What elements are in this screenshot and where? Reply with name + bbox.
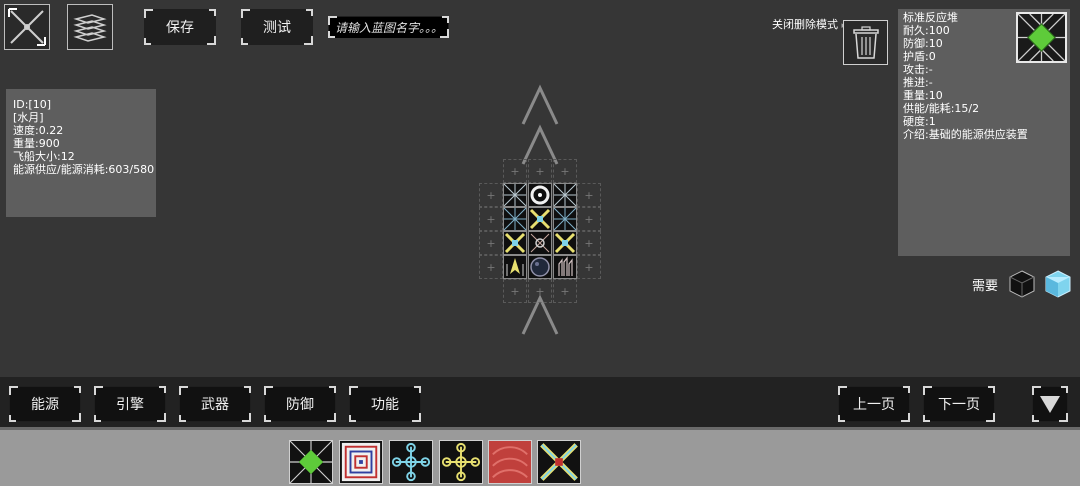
armor-cross-icon xyxy=(504,184,526,206)
ship-speed: 速度:0.22 xyxy=(13,124,64,137)
palette-part-cross-reactor[interactable] xyxy=(537,440,581,484)
grid-slot[interactable]: + xyxy=(479,207,503,231)
category-tab-label: 防御 xyxy=(286,397,314,413)
blueprint-name-input[interactable] xyxy=(329,18,448,38)
ship-info-panel: ID:[10] [水月] 速度:0.22 重量:900 飞船大小:12 能源供应… xyxy=(6,89,156,217)
ship-part-thruster[interactable] xyxy=(553,255,577,279)
palette-part-red-armor[interactable] xyxy=(488,440,532,484)
ship-part-core[interactable] xyxy=(528,231,552,255)
blue-cube-icon xyxy=(1045,270,1071,298)
grid-slot[interactable]: + xyxy=(577,231,601,255)
grid-slot[interactable]: + xyxy=(528,279,552,303)
grid-slot[interactable]: + xyxy=(503,159,527,183)
category-tab-function[interactable]: 功能 xyxy=(349,386,421,422)
core-node-icon xyxy=(530,233,550,253)
cyan-node-icon xyxy=(391,442,431,482)
cross-reactor-icon xyxy=(554,232,576,254)
delete-mode-toggle[interactable]: 关闭删除模式 ▸ xyxy=(772,16,846,32)
ship-part-armor[interactable] xyxy=(503,207,527,231)
part-description: 介绍:基础的能源供应装置 xyxy=(903,128,1028,141)
armor-cross-icon xyxy=(504,208,526,230)
grid-slot[interactable]: + xyxy=(528,159,552,183)
ship-part-armor[interactable] xyxy=(503,183,527,207)
grid-slot[interactable]: + xyxy=(577,183,601,207)
ship-size: 飞船大小:12 xyxy=(13,150,75,163)
black-cube-icon xyxy=(1009,270,1035,298)
close-editor-button[interactable] xyxy=(4,4,50,50)
reactor-icon xyxy=(290,441,332,483)
ship-part-armor[interactable] xyxy=(553,183,577,207)
blueprint-list-button[interactable] xyxy=(67,4,113,50)
ship-energy: 能源供应/能源消耗:603/580 xyxy=(13,163,155,176)
armor-cross-icon xyxy=(554,184,576,206)
ring-core-icon xyxy=(530,185,550,205)
next-page-label: 下一页 xyxy=(938,397,980,413)
engine-icon xyxy=(506,258,524,276)
blueprint-name-field[interactable] xyxy=(328,16,449,38)
ship-part-reactor[interactable] xyxy=(553,231,577,255)
palette-part-maze-core[interactable] xyxy=(339,440,383,484)
grid-slot[interactable]: + xyxy=(577,255,601,279)
category-tab-defense[interactable]: 防御 xyxy=(264,386,336,422)
delete-mode-label: 关闭删除模式 xyxy=(772,18,838,31)
requirement-label: 需要 xyxy=(972,279,999,294)
ship-weight: 重量:900 xyxy=(13,137,60,150)
test-button[interactable]: 测试 xyxy=(241,9,313,45)
grid-slot[interactable]: + xyxy=(553,279,577,303)
ship-part-reactor[interactable] xyxy=(528,207,552,231)
reactor-icon xyxy=(1017,13,1066,62)
collapse-tray-button[interactable] xyxy=(1032,386,1068,422)
ship-id: ID:[10] xyxy=(13,98,52,111)
palette-part-yellow-node[interactable] xyxy=(439,440,483,484)
ship-part-ring[interactable] xyxy=(528,183,552,207)
maze-core-icon xyxy=(341,442,381,482)
red-armor-icon xyxy=(489,441,531,483)
layers-icon xyxy=(73,14,107,42)
ship-part-reactor[interactable] xyxy=(503,231,527,255)
cross-reactor-icon xyxy=(504,232,526,254)
category-tab-engine[interactable]: 引擎 xyxy=(94,386,166,422)
grid-slot[interactable]: + xyxy=(577,207,601,231)
part-energy: 供能/能耗:15/2 xyxy=(903,102,980,115)
grid-slot[interactable]: + xyxy=(479,183,503,207)
prev-page-button[interactable]: 上一页 xyxy=(838,386,910,422)
grid-slot[interactable]: + xyxy=(479,255,503,279)
part-thrust: 推进:- xyxy=(903,76,933,89)
ship-name: [水月] xyxy=(13,111,44,124)
cross-reactor-icon xyxy=(540,443,578,481)
ship-part-armor[interactable] xyxy=(553,207,577,231)
cross-reactor-icon xyxy=(529,208,551,230)
category-tab-label: 功能 xyxy=(371,397,399,413)
palette-part-reactor[interactable] xyxy=(289,440,333,484)
grid-slot[interactable]: + xyxy=(479,231,503,255)
part-hardness: 硬度:1 xyxy=(903,115,936,128)
save-button-label: 保存 xyxy=(166,20,194,36)
save-button[interactable]: 保存 xyxy=(144,9,216,45)
palette-part-cyan-node[interactable] xyxy=(389,440,433,484)
grid-slot[interactable]: + xyxy=(553,159,577,183)
ship-part-engine[interactable] xyxy=(503,255,527,279)
category-tab-energy[interactable]: 能源 xyxy=(9,386,81,422)
category-tab-weapon[interactable]: 武器 xyxy=(179,386,251,422)
part-weight: 重量:10 xyxy=(903,89,943,102)
category-tab-label: 引擎 xyxy=(116,397,144,413)
category-tab-label: 能源 xyxy=(31,397,59,413)
armor-cross-icon xyxy=(554,208,576,230)
prev-page-label: 上一页 xyxy=(853,397,895,413)
selected-part-preview xyxy=(1016,12,1067,63)
trash-icon xyxy=(852,25,879,59)
ship-part-sphere[interactable] xyxy=(528,255,552,279)
grid-slot[interactable]: + xyxy=(503,279,527,303)
test-button-label: 测试 xyxy=(263,20,291,36)
delete-button[interactable] xyxy=(843,20,888,65)
yellow-node-icon xyxy=(441,442,481,482)
build-grid[interactable]: + + + + + + + + + + + + + + xyxy=(479,157,601,303)
close-icon xyxy=(8,8,46,46)
triangle-down-icon xyxy=(1040,396,1060,413)
category-tab-label: 武器 xyxy=(201,397,229,413)
next-page-button[interactable]: 下一页 xyxy=(923,386,995,422)
thruster-icon xyxy=(558,256,573,276)
sphere-icon xyxy=(530,257,550,277)
